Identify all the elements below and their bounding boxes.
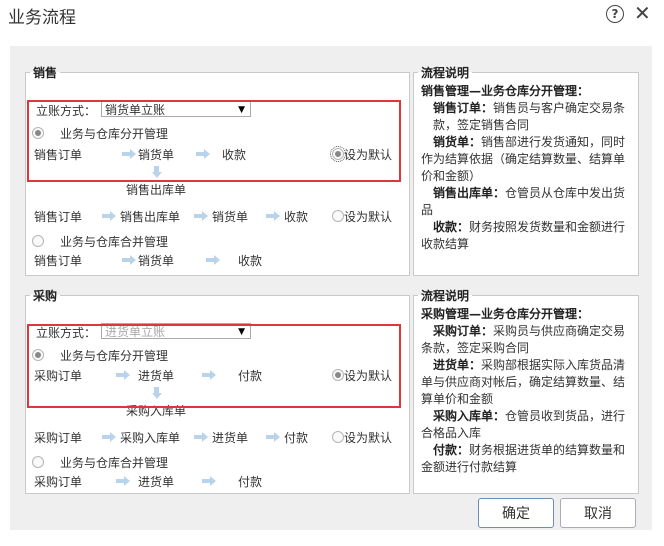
purchase-merged-radio[interactable]: [32, 456, 44, 468]
sales-alt-step-delivery: 销货单: [212, 210, 249, 224]
purchase-desc-item: 付款：财务根据进货单的结算数量和金额进行付款结算: [421, 443, 626, 474]
arrow-right-icon: [194, 211, 208, 221]
sales-desc-group: 流程说明 销售管理—业务仓库分开管理： 销售订单：销售员与客户确定交易条款，签定…: [413, 64, 639, 276]
title-bar: 业务流程 ? ✕: [0, 0, 664, 30]
sales-desc-text: 销售管理—业务仓库分开管理： 销售订单：销售员与客户确定交易条款，签定销售合同 …: [421, 83, 633, 253]
sales-desc-head: 销售管理—业务仓库分开管理：: [421, 84, 590, 98]
sales-alt-step-receipt: 收款: [284, 210, 309, 224]
sales-desc-legend: 流程说明: [421, 66, 470, 80]
purchase-alt-default-label: 设为默认: [344, 431, 393, 445]
sales-merged-step-receipt: 收款: [238, 254, 263, 268]
sales-alt-step-order: 销售订单: [34, 210, 83, 224]
arrow-right-icon: [116, 476, 130, 486]
cancel-button[interactable]: 取消: [560, 498, 636, 528]
close-icon[interactable]: ✕: [634, 2, 651, 24]
purchase-alt-step-payment: 付款: [284, 431, 309, 445]
dialog-content: 销售 立账方式： 销货单立账 ▼ 业务与仓库分开管理 销售订单 销货单 收款 设…: [10, 46, 652, 530]
purchase-merged-label: 业务与仓库合并管理: [60, 456, 169, 470]
purchase-desc-group: 流程说明 采购管理—业务仓库分开管理： 采购订单：采购员与供应商确定交易条款，签…: [413, 287, 639, 494]
arrow-right-icon: [206, 255, 220, 265]
sales-step-outbound: 销售出库单: [126, 183, 187, 197]
arrow-right-icon: [266, 211, 280, 221]
purchase-alt-default-radio[interactable]: [332, 431, 344, 443]
sales-desc-item: 销售订单：销售员与客户确定交易条款，签定销售合同: [433, 101, 626, 132]
purchase-merged-step-payment: 付款: [238, 475, 263, 489]
sales-desc-item: 收款：财务按照发货数量和金额进行收款结算: [421, 220, 626, 251]
window-title: 业务流程: [8, 8, 76, 28]
sales-alt-step-outbound: 销售出库单: [120, 210, 181, 224]
purchase-merged-step-order: 采购订单: [34, 475, 83, 489]
purchase-desc-item: 采购入库单：仓管员收到货品，进行合格品入库: [421, 409, 626, 440]
purchase-highlight-box: [27, 324, 401, 408]
purchase-merged-step-receipt: 进货单: [138, 475, 175, 489]
sales-alt-default-radio[interactable]: [332, 210, 344, 222]
purchase-alt-step-inbound: 采购入库单: [120, 431, 181, 445]
purchase-legend: 采购: [33, 289, 58, 303]
sales-legend: 销售: [33, 66, 58, 80]
help-icon[interactable]: ?: [606, 5, 624, 23]
sales-merged-radio[interactable]: [32, 235, 44, 247]
arrow-right-icon: [202, 476, 216, 486]
sales-desc-item: 销售出库单：仓管员从仓库中发出货品: [421, 186, 626, 217]
confirm-button[interactable]: 确定: [478, 498, 554, 528]
purchase-alt-step-receipt: 进货单: [212, 431, 249, 445]
sales-merged-step-order: 销售订单: [34, 254, 83, 268]
purchase-desc-head: 采购管理—业务仓库分开管理：: [421, 307, 590, 321]
arrow-right-icon: [102, 211, 116, 221]
sales-merged-label: 业务与仓库合并管理: [60, 235, 169, 249]
sales-merged-step-delivery: 销货单: [138, 254, 175, 268]
sales-desc-item: 销货单：销售部进行发货通知，同时作为结算依据（确定结算数量、结算单价和金额）: [421, 135, 626, 183]
sales-highlight-box: [27, 100, 401, 182]
arrow-right-icon: [102, 432, 116, 442]
purchase-desc-legend: 流程说明: [421, 289, 470, 303]
purchase-desc-item: 进货单：采购部根据实际入库货品清单与供应商对帐后，确定结算数量、结算单价和金额: [421, 358, 626, 406]
arrow-right-icon: [194, 432, 208, 442]
purchase-alt-step-order: 采购订单: [34, 431, 83, 445]
arrow-right-icon: [122, 255, 136, 265]
arrow-right-icon: [266, 432, 280, 442]
purchase-desc-item: 采购订单：采购员与供应商确定交易条款，签定采购合同: [421, 324, 626, 355]
purchase-desc-text: 采购管理—业务仓库分开管理： 采购订单：采购员与供应商确定交易条款，签定采购合同…: [421, 306, 633, 476]
sales-alt-default-label: 设为默认: [344, 210, 393, 224]
